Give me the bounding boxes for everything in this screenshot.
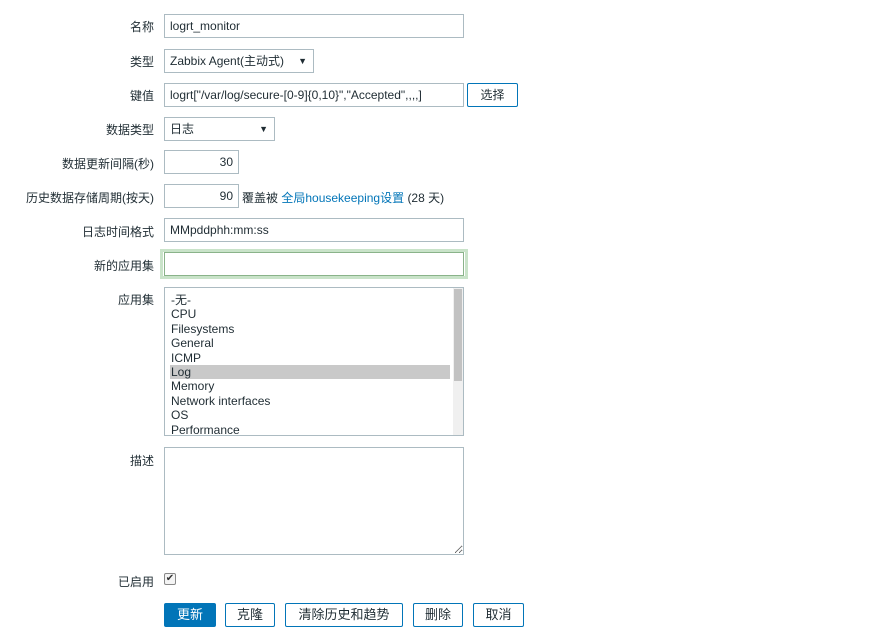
history-override-text: 覆盖被 [242,191,279,205]
check-icon: ✔ [165,573,175,584]
update-button[interactable]: 更新 [164,603,216,627]
applications-label: 应用集 [117,293,154,307]
data-type-label: 数据类型 [105,123,154,137]
type-select-value: Zabbix Agent(主动式) [170,54,285,68]
cancel-button[interactable]: 取消 [473,603,524,627]
clear-history-button[interactable]: 清除历史和趋势 [285,603,403,627]
new-application-input[interactable] [164,252,464,276]
key-label: 键值 [129,89,154,103]
application-option[interactable]: Filesystems [170,322,450,336]
listbox-scrollbar[interactable] [453,288,463,435]
enabled-checkbox[interactable]: ✔ [164,573,176,585]
housekeeping-link[interactable]: 全局housekeeping设置 [281,191,404,205]
new-application-label: 新的应用集 [93,259,154,273]
description-label: 描述 [129,454,154,468]
log-time-format-label: 日志时间格式 [81,225,154,239]
delete-button[interactable]: 删除 [413,603,463,627]
history-days-text: (28 天) [407,191,445,205]
history-label: 历史数据存储周期(按天) [26,191,154,205]
application-option[interactable]: General [170,336,450,350]
type-label: 类型 [129,55,154,69]
enabled-label: 已启用 [117,575,154,589]
history-input[interactable]: 90 [164,184,239,208]
application-option[interactable]: OS [170,408,450,422]
application-option[interactable]: Performance [170,423,450,435]
history-override-note: 覆盖被 全局housekeeping设置 (28 天) [242,189,444,206]
application-option[interactable]: ICMP [170,351,450,365]
application-option[interactable]: Network interfaces [170,394,450,408]
applications-listbox[interactable]: -无- CPU Filesystems General ICMP Log Mem… [164,287,464,436]
application-option-selected[interactable]: Log [170,365,450,379]
application-option[interactable]: CPU [170,307,450,321]
application-option[interactable]: Memory [170,379,450,393]
key-input[interactable]: logrt["/var/log/secure-[0-9]{0,10}","Acc… [164,83,464,107]
description-textarea[interactable] [164,447,464,555]
data-type-select-value: 日志 [170,122,195,136]
clone-button[interactable]: 克隆 [225,603,275,627]
key-select-button[interactable]: 选择 [467,83,518,107]
application-option[interactable]: -无- [170,293,450,307]
name-input[interactable]: logrt_monitor [164,14,464,38]
name-label: 名称 [129,20,154,34]
dropdown-arrow-icon: ▼ [298,56,307,66]
listbox-scroll-thumb[interactable] [454,289,462,381]
log-time-format-input[interactable]: MMpddphh:mm:ss [164,218,464,242]
type-select[interactable]: Zabbix Agent(主动式) ▼ [164,49,314,73]
update-interval-input[interactable]: 30 [164,150,239,174]
data-type-select[interactable]: 日志 ▼ [164,117,275,141]
update-interval-label: 数据更新间隔(秒) [62,157,154,171]
dropdown-arrow-icon: ▼ [259,124,268,134]
